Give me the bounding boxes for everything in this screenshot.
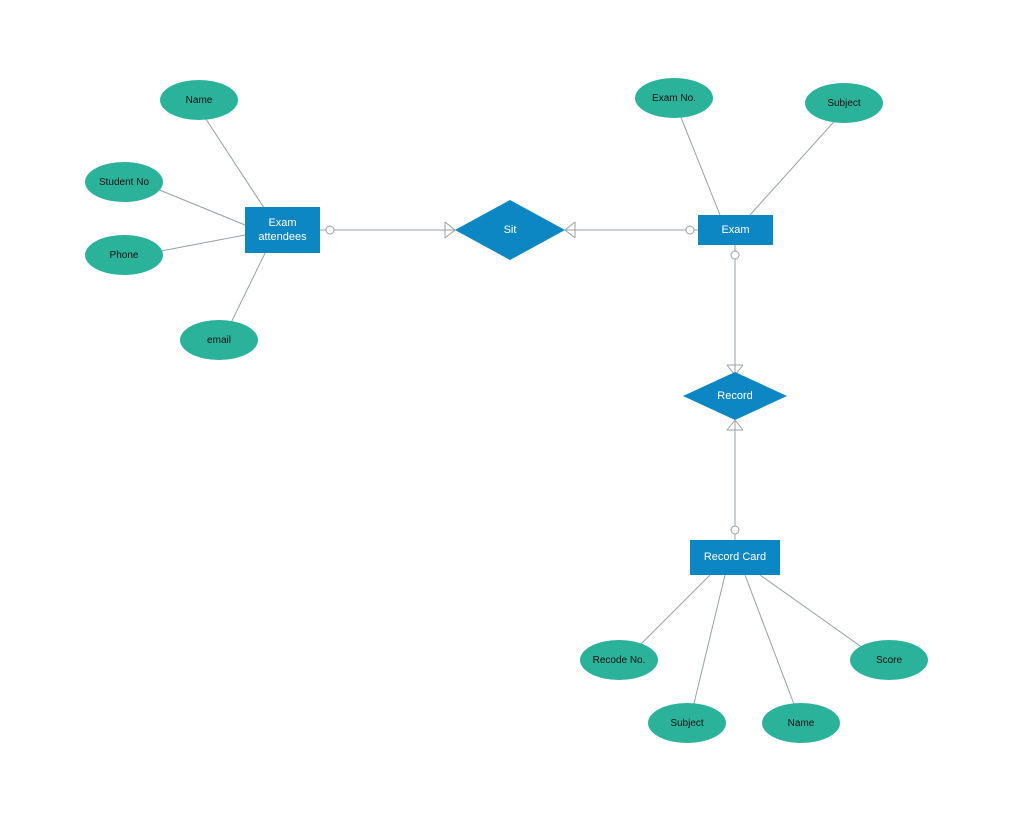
attribute-label: email [207, 335, 231, 346]
attribute-rc-subject: Subject [648, 703, 726, 743]
relationship-sit: Sit [455, 200, 565, 260]
relationship-record: Record [683, 372, 787, 420]
entity-record-card: Record Card [690, 540, 780, 575]
attribute-email: email [180, 320, 258, 360]
attribute-label: Phone [110, 250, 139, 261]
attribute-label: Recode No. [593, 655, 646, 666]
attribute-score: Score [850, 640, 928, 680]
attribute-name: Name [160, 80, 238, 120]
attribute-label: Name [186, 95, 213, 106]
entity-label: Exam attendees [249, 216, 316, 245]
attribute-label: Student No [99, 177, 149, 188]
entity-label: Exam [721, 223, 749, 237]
relationship-sit-wrapper: Sit [455, 200, 565, 260]
attribute-phone: Phone [85, 235, 163, 275]
relationship-record-wrapper: Record [683, 372, 787, 420]
attribute-rc-name: Name [762, 703, 840, 743]
attribute-label: Subject [827, 98, 860, 109]
entity-exam: Exam [698, 215, 773, 245]
relationship-label: Record [717, 390, 752, 402]
entity-label: Record Card [704, 550, 766, 564]
attribute-student-no: Student No [85, 162, 163, 202]
attribute-label: Subject [670, 718, 703, 729]
attribute-label: Exam No. [652, 93, 696, 104]
relationship-label: Sit [504, 224, 517, 236]
attribute-recode-no: Recode No. [580, 640, 658, 680]
attribute-label: Name [788, 718, 815, 729]
entity-exam-attendees: Exam attendees [245, 207, 320, 253]
connector-layer [0, 0, 1024, 816]
attribute-exam-no: Exam No. [635, 78, 713, 118]
attribute-label: Score [876, 655, 902, 666]
attribute-exam-subject: Subject [805, 83, 883, 123]
